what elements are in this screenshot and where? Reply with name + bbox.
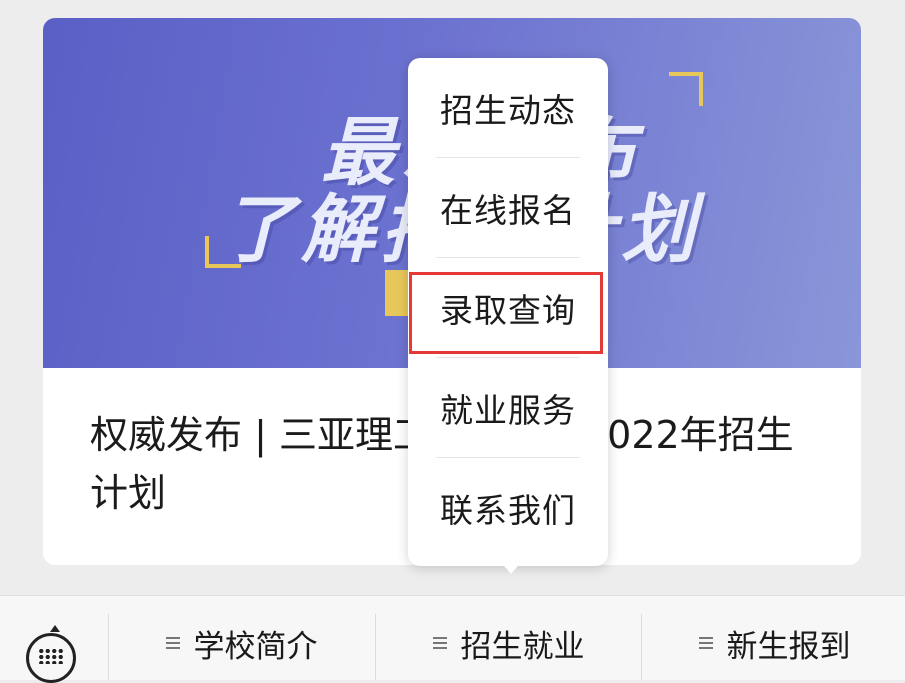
list-icon <box>165 634 180 652</box>
submenu-item-employment-services[interactable]: 就业服务 <box>408 358 608 458</box>
menu-button-label: 招生就业 <box>460 628 585 665</box>
corner-bracket-decoration <box>669 72 703 106</box>
submenu-pointer-arrow <box>499 560 523 574</box>
submenu-item-contact-us[interactable]: 联系我们 <box>408 458 608 558</box>
list-icon <box>432 634 447 652</box>
submenu-item-online-registration[interactable]: 在线报名 <box>408 158 608 258</box>
submenu-item-admission-news[interactable]: 招生动态 <box>408 58 608 158</box>
bottom-menu-bar: 学校简介 招生就业 新生报到 <box>0 595 905 683</box>
menu-button-label: 新生报到 <box>726 628 851 665</box>
highlight-box <box>409 272 603 354</box>
keyboard-icon <box>26 625 76 683</box>
list-icon <box>698 634 713 652</box>
menu-button-label: 学校简介 <box>193 628 318 665</box>
menu-button-admission-employment[interactable]: 招生就业 <box>376 596 641 680</box>
menu-button-school-intro[interactable]: 学校简介 <box>109 596 374 680</box>
keyboard-toggle-button[interactable] <box>0 596 108 683</box>
menu-button-freshman-registration[interactable]: 新生报到 <box>642 596 905 680</box>
